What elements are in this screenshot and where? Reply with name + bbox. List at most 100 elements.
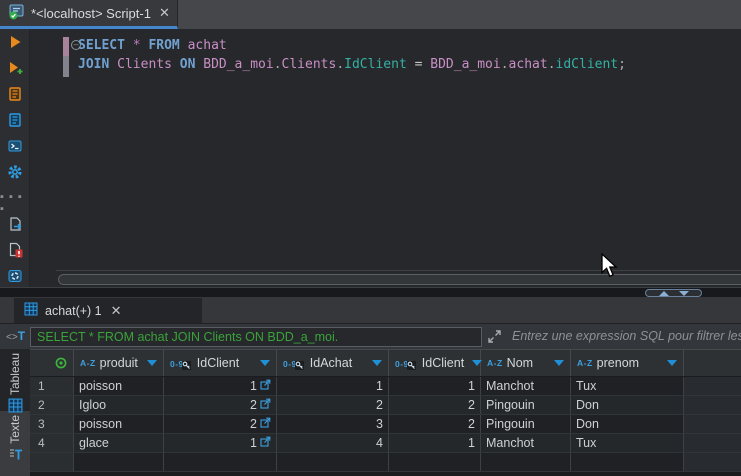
grid-cell[interactable]: 2	[389, 415, 481, 433]
grid-corner-cell[interactable]	[30, 350, 74, 376]
grid-cell[interactable]: Pingouin	[481, 396, 571, 414]
column-header-idclient[interactable]: 0-9IdClient	[164, 350, 277, 376]
fk-link-icon	[260, 379, 271, 390]
column-filter-dropdown-icon[interactable]	[147, 360, 157, 366]
grid-cell[interactable]: 1	[389, 377, 481, 395]
column-header-produit[interactable]: A-Zproduit	[74, 350, 164, 376]
grid-cell[interactable]: 2	[389, 396, 481, 414]
column-header-prenom[interactable]: A-Z prenom	[571, 350, 684, 376]
results-tab-achat[interactable]: achat(+) 1 ✕	[14, 298, 202, 323]
grid-cell[interactable]: glace	[74, 434, 164, 452]
sql-code[interactable]: SELECT * FROM achatJOIN Clients ON BDD_a…	[78, 36, 626, 74]
execute-new-tab-icon[interactable]	[0, 55, 30, 81]
minimize-down-icon[interactable]	[679, 291, 689, 296]
presentation-tab-tableau[interactable]: Tableau	[0, 349, 30, 411]
editor-tabbar: *<localhost> Script-1 ✕	[0, 0, 741, 29]
grid-cell[interactable]: 2	[164, 415, 277, 433]
grid-cell[interactable]: Tux	[571, 377, 684, 395]
change-indicator-bar	[63, 37, 69, 56]
column-filter-dropdown-icon[interactable]	[372, 360, 382, 366]
grid-cell[interactable]: Manchot	[481, 434, 571, 452]
grid-cell[interactable]: Manchot	[481, 377, 571, 395]
grid-cell[interactable]: poisson	[74, 415, 164, 433]
fk-link-icon	[260, 398, 271, 409]
grid-icon	[8, 398, 23, 416]
grid-cell[interactable]: 4	[277, 434, 389, 452]
grid-cell[interactable]: Pingouin	[481, 415, 571, 433]
row-number[interactable]: 1	[30, 377, 74, 395]
table-grid-icon	[24, 302, 38, 319]
grid-cell[interactable]: Tux	[571, 434, 684, 452]
sql-editor[interactable]: – SELECT * FROM achatJOIN Clients ON BDD…	[30, 29, 741, 287]
grid-cell[interactable]: 1	[164, 377, 277, 395]
explain-plan-icon[interactable]	[0, 107, 30, 133]
table-row: 3poisson232PingouinDon	[30, 415, 741, 434]
column-header-nom[interactable]: A-Z Nom	[481, 350, 571, 376]
grid-cell[interactable]: poisson	[74, 377, 164, 395]
expand-filter-icon[interactable]	[488, 330, 501, 346]
panel-splitter[interactable]	[0, 287, 741, 297]
grid-cell[interactable]: 1	[277, 377, 389, 395]
fk-link-icon[interactable]	[260, 377, 271, 395]
column-header-idclient[interactable]: 0-9IdClient	[389, 350, 481, 376]
results-filterbar: <>T SELECT * FROM achat JOIN Clients ON …	[0, 323, 741, 349]
editor-hscrollbar[interactable]	[58, 274, 741, 285]
fk-link-icon[interactable]	[260, 434, 271, 452]
fk-link-icon[interactable]	[260, 415, 271, 433]
row-number[interactable]: 4	[30, 434, 74, 452]
results-tab-title: achat(+) 1	[45, 304, 102, 318]
text-type-icon: A-Z	[487, 358, 503, 368]
close-icon[interactable]: ✕	[159, 5, 170, 21]
filter-input[interactable]: Entrez une expression SQL pour filtrer l…	[512, 329, 741, 343]
grid-cell[interactable]: 2	[277, 396, 389, 414]
grid-cell[interactable]: Don	[571, 396, 684, 414]
fk-link-icon	[260, 417, 271, 428]
editor-toolbar: ▪ ▪ ▪ ▪	[0, 29, 30, 287]
presentation-tab-label: Tableau	[8, 353, 22, 395]
column-header-label: IdClient	[422, 356, 464, 370]
presentation-tab-label: Texte	[8, 415, 22, 444]
grid-cell[interactable]: 1	[389, 434, 481, 452]
fk-link-icon[interactable]	[260, 396, 271, 414]
editor-tab-script1[interactable]: *<localhost> Script-1 ✕	[0, 0, 178, 29]
results-tabbar: achat(+) 1 ✕	[0, 297, 741, 323]
close-icon[interactable]: ✕	[111, 303, 122, 319]
grid-cell[interactable]: Don	[571, 415, 684, 433]
splitter-arrows[interactable]	[645, 289, 702, 297]
column-header-label: IdClient	[197, 356, 239, 370]
maximize-up-icon[interactable]	[659, 291, 669, 296]
text-type-icon: A-Z	[577, 358, 593, 368]
record-indicator-icon	[55, 357, 67, 369]
column-header-idachat[interactable]: 0-9IdAchat	[277, 350, 389, 376]
grid-cell[interactable]: 3	[277, 415, 389, 433]
sql-text-icon: <>T	[6, 329, 25, 343]
row-number[interactable]: 2	[30, 396, 74, 414]
column-filter-dropdown-icon[interactable]	[554, 360, 564, 366]
validation-error-icon[interactable]	[0, 237, 30, 263]
sql-code-line[interactable]: JOIN Clients ON BDD_a_moi.Clients.IdClie…	[78, 55, 626, 74]
column-filter-dropdown-icon[interactable]	[667, 360, 677, 366]
data-grid: A-Zproduit0-9IdClient0-9IdAchat0-9IdClie…	[30, 349, 741, 476]
load-data-icon[interactable]	[0, 263, 30, 289]
text-icon	[8, 447, 23, 465]
separator-dots: ▪ ▪ ▪ ▪	[0, 185, 30, 211]
grid-cell[interactable]: 2	[164, 396, 277, 414]
sql-code-line[interactable]: SELECT * FROM achat	[78, 36, 626, 55]
column-header-label: Nom	[507, 356, 533, 370]
text-type-icon: A-Z	[80, 358, 96, 368]
execute-script-icon[interactable]	[0, 81, 30, 107]
column-filter-dropdown-icon[interactable]	[260, 360, 270, 366]
sql-script-icon	[8, 4, 25, 23]
presentation-tab-texte[interactable]: Texte	[0, 411, 30, 476]
grid-cell[interactable]: 1	[164, 434, 277, 452]
active-query-label[interactable]: SELECT * FROM achat JOIN Clients ON BDD_…	[30, 327, 482, 347]
grid-cell[interactable]: Igloo	[74, 396, 164, 414]
number-type-icon: 0-9	[283, 358, 306, 369]
settings-gear-icon[interactable]	[0, 159, 30, 185]
column-header-label: prenom	[597, 356, 639, 370]
execute-statement-icon[interactable]	[0, 29, 30, 55]
editor-tab-title: *<localhost> Script-1	[31, 6, 151, 21]
table-row: 4glace141ManchotTux	[30, 434, 741, 453]
row-number[interactable]: 3	[30, 415, 74, 433]
sql-console-icon[interactable]	[0, 133, 30, 159]
